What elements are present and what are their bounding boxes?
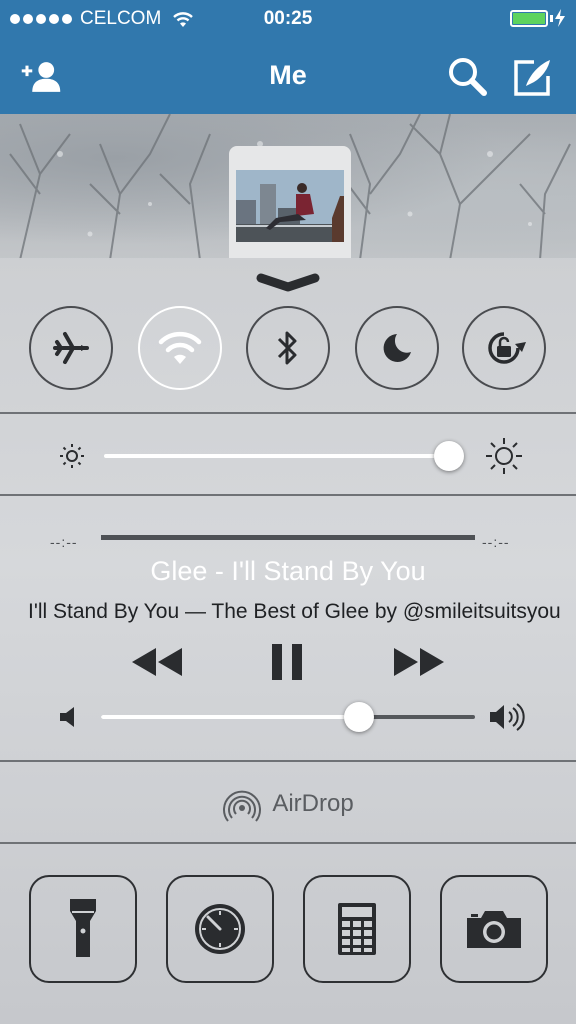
- divider: [0, 494, 576, 496]
- calculator-button[interactable]: [303, 875, 411, 983]
- camera-button[interactable]: [440, 875, 548, 983]
- song-subtitle: I'll Stand By You — The Best of Glee by …: [28, 600, 561, 623]
- divider: [0, 760, 576, 762]
- divider: [0, 842, 576, 844]
- bluetooth-icon: [277, 331, 297, 365]
- calculator-icon: [338, 903, 376, 955]
- search-icon[interactable]: [446, 56, 488, 98]
- volume-slider-knob[interactable]: [344, 702, 375, 732]
- fast-forward-icon[interactable]: [392, 646, 446, 678]
- divider: [0, 412, 576, 414]
- battery-icon: [510, 10, 548, 27]
- nav-bar: Me: [0, 38, 576, 114]
- compose-icon[interactable]: [512, 56, 554, 98]
- volume-slider-fill: [101, 715, 360, 719]
- status-bar: CELCOM 00:25: [0, 0, 576, 38]
- chevron-down-icon[interactable]: [255, 272, 321, 294]
- elapsed-time: --:--: [50, 534, 78, 550]
- avatar-photo: [236, 170, 344, 242]
- airdrop-icon: [223, 790, 262, 822]
- playback-scrubber[interactable]: [101, 535, 475, 540]
- wifi-icon: [158, 331, 202, 364]
- brightness-low-icon: [60, 444, 84, 468]
- airdrop-button[interactable]: AirDrop: [0, 784, 576, 824]
- airplane-icon: [53, 332, 89, 364]
- camera-icon: [467, 911, 521, 948]
- control-center: --:-- --:-- Glee - I'll Stand By You I'l…: [0, 258, 576, 1024]
- charging-icon: [555, 9, 565, 27]
- status-time: 00:25: [263, 8, 313, 29]
- brightness-high-icon: [486, 438, 522, 474]
- timer-button[interactable]: [166, 875, 274, 983]
- airplane-mode-toggle[interactable]: [29, 306, 113, 390]
- flashlight-icon: [70, 899, 96, 957]
- timer-icon: [195, 904, 245, 954]
- do-not-disturb-toggle[interactable]: [355, 306, 439, 390]
- remaining-time: --:--: [482, 534, 510, 550]
- avatar[interactable]: [229, 146, 351, 260]
- bluetooth-toggle[interactable]: [246, 306, 330, 390]
- rewind-icon[interactable]: [130, 646, 184, 678]
- rotation-lock-icon: [488, 332, 526, 364]
- page-title: Me: [269, 60, 307, 90]
- volume-high-icon: [490, 703, 525, 731]
- brightness-slider[interactable]: [104, 454, 456, 458]
- flashlight-button[interactable]: [29, 875, 137, 983]
- brightness-slider-knob[interactable]: [433, 441, 464, 471]
- volume-low-icon: [60, 707, 74, 727]
- moon-icon: [383, 334, 411, 362]
- rotation-lock-toggle[interactable]: [462, 306, 546, 390]
- wifi-toggle[interactable]: [138, 306, 222, 390]
- airdrop-label: AirDrop: [272, 790, 354, 817]
- pause-icon[interactable]: [270, 642, 306, 682]
- song-title: Glee - I'll Stand By You: [150, 556, 426, 586]
